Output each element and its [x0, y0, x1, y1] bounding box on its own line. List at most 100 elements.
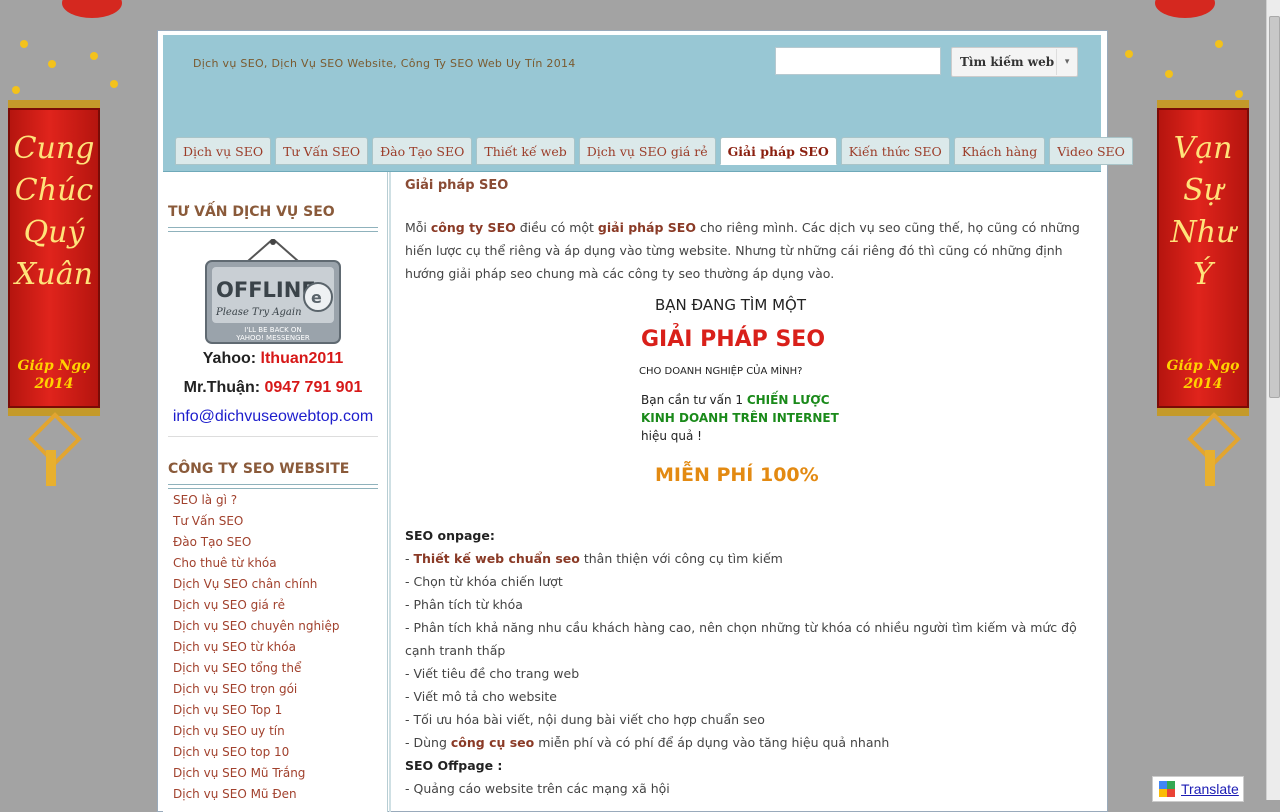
google-translate-icon: [1159, 781, 1175, 797]
sidebar-link[interactable]: Dịch vụ SEO Mũ Trắng: [173, 763, 339, 784]
page-container: Dịch vụ SEO, Dịch Vụ SEO Website, Công T…: [157, 30, 1133, 812]
offline-text: OFFLINE: [216, 278, 316, 302]
promo-line-part: Bạn cần tư vấn 1: [641, 393, 747, 407]
right-new-year-banner: Vạn Sự Như Ý Giáp Ngọ 2014: [1115, 0, 1255, 500]
intro-paragraph: Mỗi công ty SEO điều có một giải pháp SE…: [405, 216, 1090, 285]
email-link[interactable]: info@dichvuseowebtop.com: [173, 408, 373, 425]
list-text: thân thiện với công cụ tìm kiếm: [579, 551, 783, 566]
list-text: miễn phí và có phí để áp dụng vào tăng h…: [534, 735, 890, 750]
search-input[interactable]: [775, 47, 941, 75]
left-scroll-text: Cung Chúc Quý Xuân: [13, 131, 95, 292]
search-button[interactable]: Tìm kiếm web ▾: [951, 47, 1078, 77]
promo-headline: GIẢI PHÁP SEO: [641, 324, 825, 352]
yahoo-id[interactable]: lthuan2011: [261, 350, 344, 367]
header: Dịch vụ SEO, Dịch Vụ SEO Website, Công T…: [163, 35, 1133, 172]
phone-contact: Mr.Thuận: 0947 791 901: [168, 379, 378, 397]
list-item: - Tối ưu hóa bài viết, nội dung bài viết…: [405, 712, 765, 727]
tassel-icon: [1205, 450, 1215, 486]
promo-line: KINH DOANH TRÊN INTERNET: [641, 410, 840, 425]
sidebar-divider: [389, 172, 391, 812]
list-item: - Dùng công cụ seo miễn phí và có phí để…: [405, 731, 1090, 754]
divider: [168, 436, 378, 437]
right-red-scroll: Vạn Sự Như Ý Giáp Ngọ 2014: [1157, 100, 1249, 416]
divider: [168, 227, 378, 232]
sidebar-link[interactable]: Dịch vụ SEO trọn gói: [173, 679, 339, 700]
chevron-down-icon[interactable]: ▾: [1056, 49, 1077, 75]
list-item: - Phân tích từ khóa: [405, 597, 523, 612]
widget-title-tu-van: TƯ VẤN DỊCH VỤ SEO: [168, 204, 335, 220]
right-scroll-text: Vạn Sự Như Ý: [1170, 131, 1236, 292]
sidebar-link[interactable]: Tư Vấn SEO: [173, 511, 339, 532]
sidebar-link[interactable]: Dịch vụ SEO Top 1: [173, 700, 339, 721]
nav-item-kien-thuc-seo[interactable]: Kiến thức SEO: [840, 137, 950, 165]
nav-item-tu-van-seo[interactable]: Tư Vấn SEO: [275, 137, 369, 165]
translate-label[interactable]: Translate: [1181, 781, 1239, 797]
sidebar-link[interactable]: Cho thuê từ khóa: [173, 553, 339, 574]
email-contact: info@dichvuseowebtop.com: [168, 408, 378, 426]
sidebar-link[interactable]: Dịch vụ SEO Mũ Đen: [173, 784, 339, 805]
list-item: - Thiết kế web chuẩn seo thân thiện với …: [405, 547, 1090, 570]
left-red-scroll: Cung Chúc Quý Xuân Giáp Ngọ 2014: [8, 100, 100, 416]
tassel-icon: [46, 450, 56, 486]
list-item: - Phân tích khả năng nhu cầu khách hàng …: [405, 620, 1077, 658]
link-cong-ty-seo[interactable]: công ty SEO: [431, 220, 516, 235]
list-item: - Chọn từ khóa chiến lượt: [405, 574, 563, 589]
nav-item-video-seo[interactable]: Video SEO: [1049, 137, 1133, 165]
yahoo-label: Yahoo:: [202, 350, 261, 367]
list-text: - Dùng: [405, 735, 451, 750]
translate-widget[interactable]: Translate: [1152, 776, 1244, 802]
link-giai-phap-seo[interactable]: giải pháp SEO: [598, 220, 696, 235]
promo-line: BẠN ĐANG TÌM MỘT: [655, 295, 807, 314]
list-item: - Quảng cáo website trên các mạng xã hội: [405, 781, 670, 796]
sidebar-link[interactable]: Dịch vụ SEO giá rẻ: [173, 595, 339, 616]
sidebar-link[interactable]: Dịch vụ SEO top 10: [173, 742, 339, 763]
yahoo-contact: Yahoo: lthuan2011: [168, 350, 378, 368]
nav-item-dich-vu-seo[interactable]: Dịch vụ SEO: [175, 137, 272, 165]
sidebar-link[interactable]: Dịch vụ SEO uy tín: [173, 721, 339, 742]
yahoo-offline-status-image[interactable]: OFFLINE Please Try Again e I'LL BE BACK …: [204, 239, 342, 345]
sidebar-link[interactable]: Dịch vụ SEO từ khóa: [173, 637, 339, 658]
sidebar-link[interactable]: Đào Tạo SEO: [173, 532, 339, 553]
left-scroll-year: Giáp Ngọ 2014: [17, 358, 91, 392]
seo-list: SEO onpage: - Thiết kế web chuẩn seo thâ…: [405, 524, 1090, 800]
right-scroll-year: Giáp Ngọ 2014: [1166, 358, 1240, 392]
site-title[interactable]: Dịch vụ SEO, Dịch Vụ SEO Website, Công T…: [193, 57, 576, 70]
offpage-heading: SEO Offpage :: [405, 758, 503, 773]
list-item: - Viết tiêu đề cho trang web: [405, 666, 580, 681]
sidebar-link[interactable]: Dịch Vụ SEO chân chính: [173, 574, 339, 595]
nav-item-giai-phap-seo[interactable]: Giải pháp SEO: [719, 137, 837, 165]
link-thiet-ke-web[interactable]: Thiết kế web chuẩn seo: [413, 551, 579, 566]
promo-line: hiệu quả !: [641, 429, 702, 443]
link-cong-cu-seo[interactable]: công cụ seo: [451, 735, 534, 750]
post-title: Giải pháp SEO: [405, 178, 509, 193]
promo-line-part: CHIẾN LƯỢC: [747, 391, 830, 407]
onpage-heading: SEO onpage:: [405, 528, 495, 543]
offline-back-text: I'LL BE BACK ON: [244, 326, 301, 334]
sidebar-link-list: SEO là gì ? Tư Vấn SEO Đào Tạo SEO Cho t…: [173, 490, 339, 805]
sidebar-link[interactable]: Dịch vụ SEO tổng thể: [173, 658, 339, 679]
widget-title-cong-ty: CÔNG TY SEO WEBSITE: [168, 461, 350, 477]
left-new-year-banner: Cung Chúc Quý Xuân Giáp Ngọ 2014: [0, 0, 140, 500]
intro-text: điều có một: [515, 220, 598, 235]
sidebar-link[interactable]: SEO là gì ?: [173, 490, 339, 511]
search-button-label: Tìm kiếm web: [960, 55, 1055, 69]
promo-line: CHO DOANH NGHIỆP CỦA MÌNH?: [639, 363, 802, 377]
intro-text: Mỗi: [405, 220, 431, 235]
phone-label: Mr.Thuận:: [183, 379, 265, 396]
divider: [168, 484, 378, 489]
nav-item-dao-tao-seo[interactable]: Đào Tạo SEO: [372, 137, 473, 165]
nav-item-dich-vu-seo-gia-re[interactable]: Dịch vụ SEO giá rẻ: [578, 137, 716, 165]
offline-subtext: Please Try Again: [215, 307, 302, 318]
main-nav: Dịch vụ SEO Tư Vấn SEO Đào Tạo SEO Thiết…: [175, 137, 1133, 165]
sidebar-link[interactable]: Dịch vụ SEO chuyên nghiệp: [173, 616, 339, 637]
sidebar: TƯ VẤN DỊCH VỤ SEO OFFLINE Please Try Ag…: [163, 172, 391, 812]
list-item: - Viết mô tả cho website: [405, 689, 557, 704]
nav-item-khach-hang[interactable]: Khách hàng: [953, 137, 1046, 165]
svg-text:e: e: [311, 288, 322, 307]
nav-item-thiet-ke-web[interactable]: Thiết kế web: [476, 137, 575, 165]
scrollbar-thumb[interactable]: [1269, 16, 1280, 398]
promo-free: MIỄN PHÍ 100%: [655, 459, 819, 486]
page-scrollbar[interactable]: [1266, 0, 1280, 800]
phone-number: 0947 791 901: [264, 379, 363, 396]
promo-banner-image: BẠN ĐANG TÌM MỘT GIẢI PHÁP SEO CHO DOANH…: [639, 295, 840, 486]
